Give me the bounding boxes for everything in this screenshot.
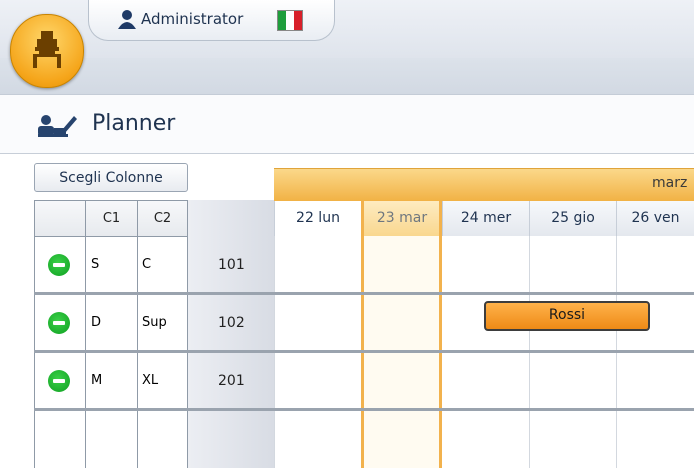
- room-number[interactable]: 101: [218, 257, 245, 273]
- row-separator: [34, 292, 694, 295]
- status-green-icon[interactable]: [48, 312, 70, 334]
- user-tab[interactable]: Administrator: [88, 0, 335, 41]
- row-separator: [34, 350, 694, 353]
- column-header-c2[interactable]: C2: [137, 200, 188, 236]
- user-icon: [118, 10, 136, 29]
- room-number[interactable]: 102: [218, 315, 245, 331]
- language-flag-icon[interactable]: [277, 10, 303, 31]
- day-header[interactable]: 26 ven: [616, 201, 694, 236]
- planner-app-icon: [33, 31, 61, 68]
- user-name: Administrator: [141, 10, 244, 28]
- flag-stripe: [278, 11, 286, 30]
- row-c2: C: [142, 257, 152, 272]
- flag-stripe: [294, 11, 302, 30]
- row-c2: XL: [142, 373, 159, 388]
- row-c1: M: [91, 373, 103, 388]
- app-menu-button[interactable]: [10, 14, 84, 88]
- status-green-icon[interactable]: [48, 254, 70, 276]
- day-header[interactable]: 22 lun: [274, 201, 361, 236]
- room-number[interactable]: 201: [218, 373, 245, 389]
- status-column-header: [34, 200, 85, 236]
- status-green-icon[interactable]: [48, 370, 70, 392]
- sub-bar: [0, 58, 694, 95]
- row-c1: S: [91, 257, 100, 272]
- grid-row-4: [34, 410, 188, 468]
- row-c1: D: [91, 315, 102, 330]
- room-column: [188, 200, 274, 468]
- choose-columns-button[interactable]: Scegli Colonne: [34, 163, 188, 192]
- divider: [0, 153, 694, 154]
- day-header[interactable]: 24 mer: [442, 201, 529, 236]
- row-separator: [34, 408, 694, 411]
- day-header[interactable]: 25 gio: [529, 201, 616, 236]
- planner-icon: [38, 115, 77, 137]
- today-column: [361, 201, 442, 468]
- booking-block[interactable]: Rossi: [484, 301, 650, 331]
- flag-stripe: [286, 11, 294, 30]
- row-c2: Sup: [142, 315, 167, 330]
- month-band: [274, 168, 694, 201]
- column-header-c1[interactable]: C1: [85, 200, 137, 236]
- month-label: marz: [652, 175, 688, 191]
- page-title: Planner: [92, 111, 176, 136]
